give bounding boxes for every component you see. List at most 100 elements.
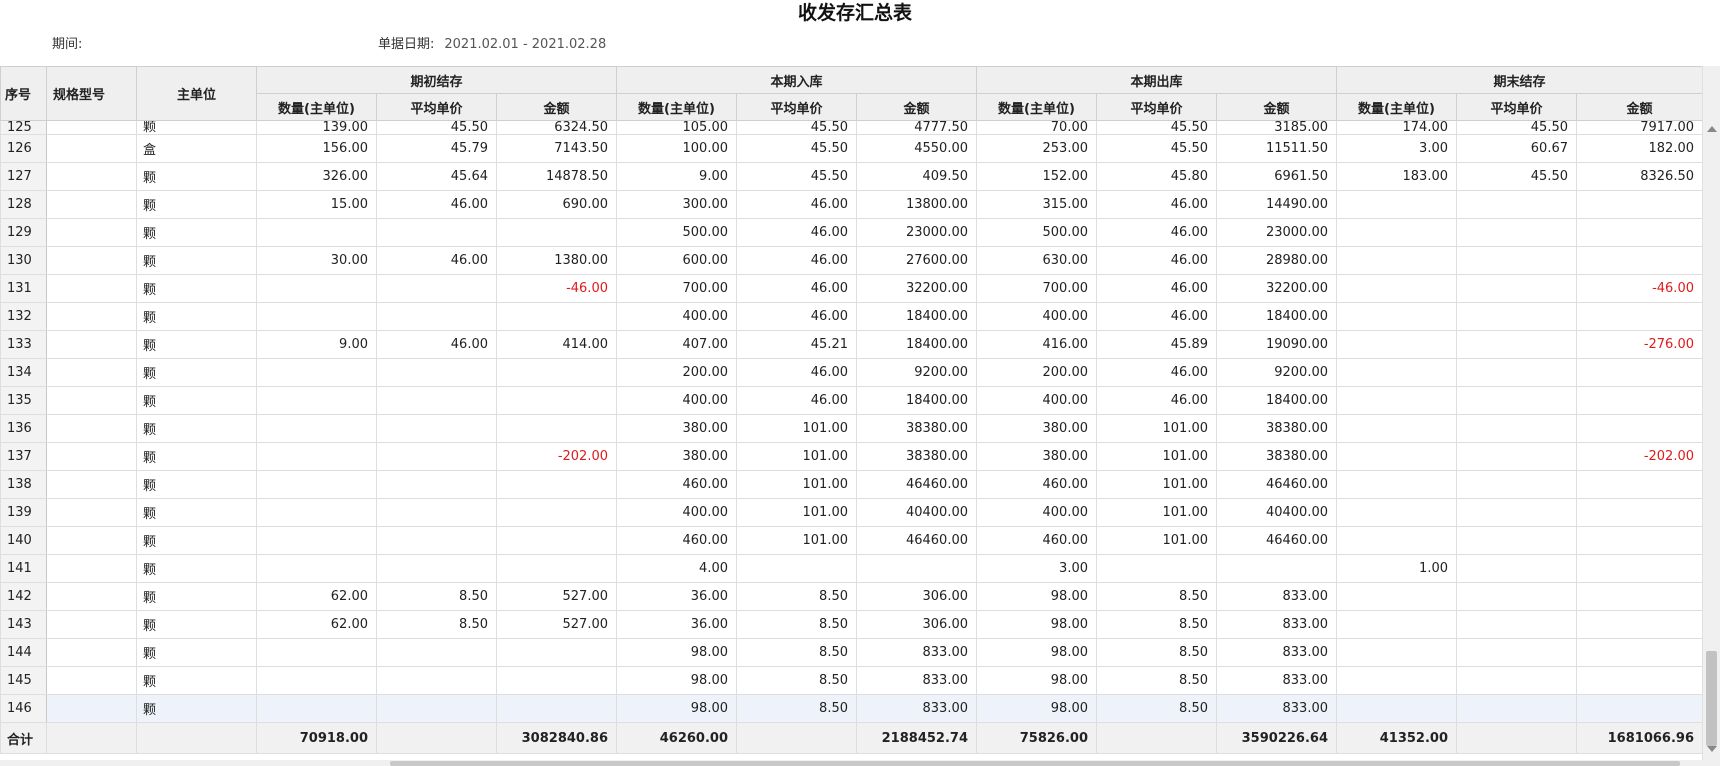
cell-closing-qty[interactable] [1336,190,1457,219]
table-row[interactable]: 141 颗 4.00 3.00 1.00 [0,554,1702,583]
cell-closing-qty[interactable] [1336,694,1457,723]
header-outbound-qty[interactable]: 数量(主单位) [976,93,1097,121]
cell-closing-amount[interactable]: 8326.50 [1576,162,1702,191]
cell-seq[interactable]: 141 [0,554,47,583]
cell-inbound-price[interactable]: 8.50 [736,582,857,611]
cell-seq[interactable]: 134 [0,358,47,387]
cell-unit[interactable]: 颗 [136,610,257,639]
table-row[interactable]: 136 颗 380.00 101.00 38380.00 380.00 101.00 3838… [0,414,1702,443]
cell-outbound-amount[interactable]: 833.00 [1216,694,1337,723]
cell-spec[interactable] [46,414,137,443]
cell-closing-amount[interactable]: 182.00 [1576,134,1702,163]
cell-spec[interactable] [46,162,137,191]
cell-opening-price[interactable] [376,302,497,331]
cell-closing-price[interactable] [1456,498,1577,527]
cell-outbound-qty[interactable]: 400.00 [976,386,1097,415]
cell-outbound-amount[interactable]: 9200.00 [1216,358,1337,387]
cell-inbound-qty[interactable]: 380.00 [616,414,737,443]
cell-opening-amount[interactable]: 414.00 [496,330,617,359]
cell-opening-amount[interactable] [496,526,617,555]
cell-outbound-qty[interactable]: 98.00 [976,582,1097,611]
cell-opening-qty[interactable]: 30.00 [256,246,377,275]
cell-closing-price[interactable] [1456,694,1577,723]
cell-inbound-amount[interactable] [856,554,977,583]
cell-closing-amount[interactable] [1576,470,1702,499]
cell-opening-price[interactable] [376,638,497,667]
table-row[interactable]: 132 颗 400.00 46.00 18400.00 400.00 46.00 18400.… [0,302,1702,331]
cell-spec[interactable] [46,442,137,471]
cell-closing-amount[interactable] [1576,554,1702,583]
cell-outbound-price[interactable]: 45.50 [1096,134,1217,163]
cell-opening-price[interactable] [376,218,497,247]
cell-outbound-amount[interactable]: 19090.00 [1216,330,1337,359]
cell-closing-qty[interactable]: 174.00 [1336,120,1457,135]
cell-opening-amount[interactable] [496,470,617,499]
cell-opening-qty[interactable]: 62.00 [256,610,377,639]
cell-outbound-qty[interactable]: 98.00 [976,666,1097,695]
cell-closing-qty[interactable] [1336,582,1457,611]
cell-opening-qty[interactable] [256,386,377,415]
cell-opening-amount[interactable]: 1380.00 [496,246,617,275]
cell-inbound-price[interactable]: 101.00 [736,498,857,527]
cell-closing-amount[interactable] [1576,694,1702,723]
cell-outbound-amount[interactable]: 833.00 [1216,666,1337,695]
cell-closing-qty[interactable] [1336,218,1457,247]
cell-seq[interactable]: 139 [0,498,47,527]
cell-outbound-price[interactable]: 101.00 [1096,526,1217,555]
cell-outbound-amount[interactable]: 23000.00 [1216,218,1337,247]
cell-opening-amount[interactable] [496,414,617,443]
cell-outbound-qty[interactable]: 460.00 [976,526,1097,555]
header-inbound-avg-price[interactable]: 平均单价 [736,93,857,121]
cell-spec[interactable] [46,582,137,611]
cell-opening-amount[interactable]: 6324.50 [496,120,617,135]
cell-closing-amount[interactable] [1576,638,1702,667]
cell-inbound-price[interactable]: 101.00 [736,526,857,555]
cell-closing-price[interactable] [1456,386,1577,415]
header-outbound-amount[interactable]: 金额 [1216,93,1337,121]
cell-closing-amount[interactable] [1576,526,1702,555]
cell-opening-price[interactable]: 45.50 [376,120,497,135]
cell-opening-price[interactable] [376,526,497,555]
cell-outbound-price[interactable]: 8.50 [1096,666,1217,695]
cell-unit[interactable]: 颗 [136,302,257,331]
cell-opening-amount[interactable] [496,554,617,583]
table-row[interactable]: 142 颗 62.00 8.50 527.00 36.00 8.50 306.00 98.00 8… [0,582,1702,611]
table-row[interactable]: 130 颗 30.00 46.00 1380.00 600.00 46.00 27600.00… [0,246,1702,275]
cell-inbound-price[interactable]: 101.00 [736,442,857,471]
cell-spec[interactable] [46,554,137,583]
cell-spec[interactable] [46,120,137,135]
cell-closing-qty[interactable] [1336,610,1457,639]
cell-opening-qty[interactable]: 62.00 [256,582,377,611]
cell-inbound-qty[interactable]: 100.00 [616,134,737,163]
cell-outbound-amount[interactable]: 38380.00 [1216,442,1337,471]
cell-opening-qty[interactable]: 139.00 [256,120,377,135]
cell-opening-qty[interactable] [256,302,377,331]
table-row[interactable]: 138 颗 460.00 101.00 46460.00 460.00 101.00 4646… [0,470,1702,499]
cell-outbound-price[interactable]: 8.50 [1096,694,1217,723]
vertical-scrollbar[interactable] [1702,66,1720,760]
cell-seq[interactable]: 128 [0,190,47,219]
table-row[interactable]: 139 颗 400.00 101.00 40400.00 400.00 101.00 4040… [0,498,1702,527]
header-seq[interactable]: 序号 [0,66,47,121]
vertical-scroll-thumb[interactable] [1706,651,1717,746]
header-opening-amount[interactable]: 金额 [496,93,617,121]
cell-closing-qty[interactable] [1336,470,1457,499]
cell-inbound-price[interactable]: 46.00 [736,246,857,275]
cell-outbound-qty[interactable]: 98.00 [976,610,1097,639]
cell-inbound-price[interactable]: 45.50 [736,134,857,163]
cell-seq[interactable]: 129 [0,218,47,247]
cell-closing-price[interactable] [1456,274,1577,303]
cell-outbound-price[interactable]: 46.00 [1096,358,1217,387]
cell-opening-amount[interactable]: 527.00 [496,610,617,639]
cell-closing-price[interactable] [1456,246,1577,275]
cell-opening-price[interactable] [376,414,497,443]
cell-outbound-qty[interactable]: 200.00 [976,358,1097,387]
table-row[interactable]: 127 颗 326.00 45.64 14878.50 9.00 45.50 409.50 15… [0,162,1702,191]
cell-inbound-amount[interactable]: 23000.00 [856,218,977,247]
cell-closing-amount[interactable] [1576,218,1702,247]
cell-inbound-qty[interactable]: 407.00 [616,330,737,359]
cell-closing-price[interactable] [1456,638,1577,667]
cell-outbound-price[interactable]: 101.00 [1096,414,1217,443]
cell-seq[interactable]: 127 [0,162,47,191]
cell-outbound-amount[interactable]: 28980.00 [1216,246,1337,275]
